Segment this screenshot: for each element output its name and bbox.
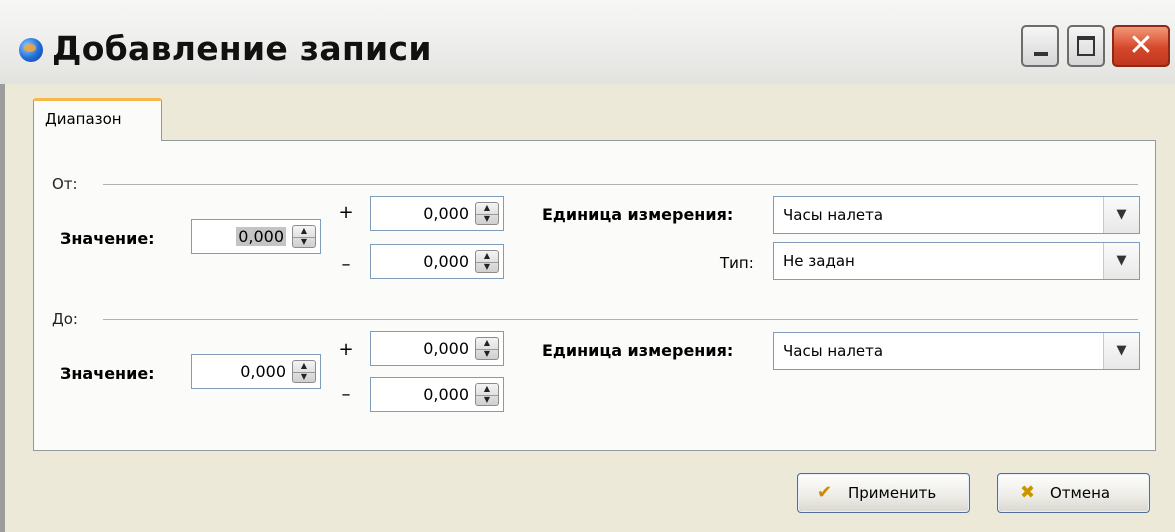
spin-buttons[interactable]: ▲ ▼ bbox=[292, 360, 316, 383]
spin-buttons[interactable]: ▲ ▼ bbox=[475, 337, 499, 360]
to-minus-sign: – bbox=[341, 384, 351, 405]
app-globe-icon bbox=[19, 38, 43, 62]
to-unit-value: Часы налета bbox=[783, 342, 884, 360]
tab-range[interactable]: Диапазон bbox=[33, 98, 162, 141]
to-minus-spinner[interactable]: 0,000 ▲ ▼ bbox=[370, 377, 504, 412]
spin-buttons[interactable]: ▲ ▼ bbox=[475, 250, 499, 273]
to-value-label: Значение: bbox=[60, 364, 155, 383]
minimize-icon bbox=[1034, 52, 1048, 56]
spin-down-icon[interactable]: ▼ bbox=[476, 214, 498, 225]
cancel-button[interactable]: ✖ Отмена bbox=[997, 473, 1150, 513]
from-value-label: Значение: bbox=[60, 229, 155, 248]
chevron-down-icon[interactable]: ▼ bbox=[1103, 243, 1139, 279]
spin-down-icon[interactable]: ▼ bbox=[476, 395, 498, 406]
from-value-text[interactable]: 0,000 bbox=[236, 227, 286, 246]
from-plus-value[interactable]: 0,000 bbox=[423, 204, 469, 223]
spin-down-icon[interactable]: ▼ bbox=[476, 349, 498, 360]
maximize-icon bbox=[1077, 36, 1095, 56]
checkmark-icon: ✔ bbox=[817, 482, 833, 503]
close-button[interactable]: ✕ bbox=[1112, 25, 1170, 67]
from-unit-value: Часы налета bbox=[783, 206, 884, 224]
to-group-divider bbox=[103, 319, 1138, 320]
spin-down-icon[interactable]: ▼ bbox=[476, 262, 498, 273]
to-value-text[interactable]: 0,000 bbox=[240, 362, 286, 381]
spin-buttons[interactable]: ▲ ▼ bbox=[475, 383, 499, 406]
from-minus-spinner[interactable]: 0,000 ▲ ▼ bbox=[370, 244, 504, 279]
cancel-button-label: Отмена bbox=[1050, 484, 1111, 502]
from-type-value: Не задан bbox=[783, 252, 855, 270]
tab-panel-range bbox=[33, 140, 1156, 451]
maximize-button[interactable] bbox=[1067, 25, 1105, 67]
from-minus-value[interactable]: 0,000 bbox=[423, 252, 469, 271]
from-unit-select[interactable]: Часы налета ▼ bbox=[773, 196, 1140, 234]
minimize-button[interactable] bbox=[1021, 25, 1059, 67]
apply-button[interactable]: ✔ Применить bbox=[797, 473, 970, 513]
to-unit-select[interactable]: Часы налета ▼ bbox=[773, 332, 1140, 370]
from-plus-spinner[interactable]: 0,000 ▲ ▼ bbox=[370, 196, 504, 231]
spin-down-icon[interactable]: ▼ bbox=[293, 372, 315, 383]
to-unit-label: Единица измерения: bbox=[542, 341, 734, 360]
from-unit-label: Единица измерения: bbox=[542, 205, 734, 224]
to-minus-value[interactable]: 0,000 bbox=[423, 385, 469, 404]
spin-down-icon[interactable]: ▼ bbox=[293, 237, 315, 248]
from-group-divider bbox=[103, 184, 1138, 185]
dialog-window: Добавление записи ✕ Диапазон От: Значени… bbox=[0, 0, 1175, 532]
close-icon: ✕ bbox=[1128, 28, 1154, 63]
cancel-x-icon: ✖ bbox=[1020, 482, 1036, 503]
to-value-spinner[interactable]: 0,000 ▲ ▼ bbox=[191, 354, 321, 389]
tab-range-label: Диапазон bbox=[45, 110, 122, 128]
title-bar[interactable]: Добавление записи ✕ bbox=[0, 0, 1175, 84]
from-plus-sign: + bbox=[338, 202, 354, 223]
from-group-label: От: bbox=[52, 175, 78, 193]
window-left-border bbox=[0, 84, 5, 532]
to-group-label: До: bbox=[52, 310, 78, 328]
from-type-label: Тип: bbox=[720, 254, 754, 272]
to-plus-sign: + bbox=[338, 339, 354, 360]
from-minus-sign: – bbox=[341, 254, 351, 275]
to-plus-spinner[interactable]: 0,000 ▲ ▼ bbox=[370, 331, 504, 366]
window-title: Добавление записи bbox=[52, 29, 432, 68]
spin-buttons[interactable]: ▲ ▼ bbox=[292, 225, 316, 248]
to-plus-value[interactable]: 0,000 bbox=[423, 339, 469, 358]
apply-button-label: Применить bbox=[848, 484, 937, 502]
chevron-down-icon[interactable]: ▼ bbox=[1103, 333, 1139, 369]
chevron-down-icon[interactable]: ▼ bbox=[1103, 197, 1139, 233]
from-value-spinner[interactable]: 0,000 ▲ ▼ bbox=[191, 219, 321, 254]
spin-buttons[interactable]: ▲ ▼ bbox=[475, 202, 499, 225]
from-type-select[interactable]: Не задан ▼ bbox=[773, 242, 1140, 280]
